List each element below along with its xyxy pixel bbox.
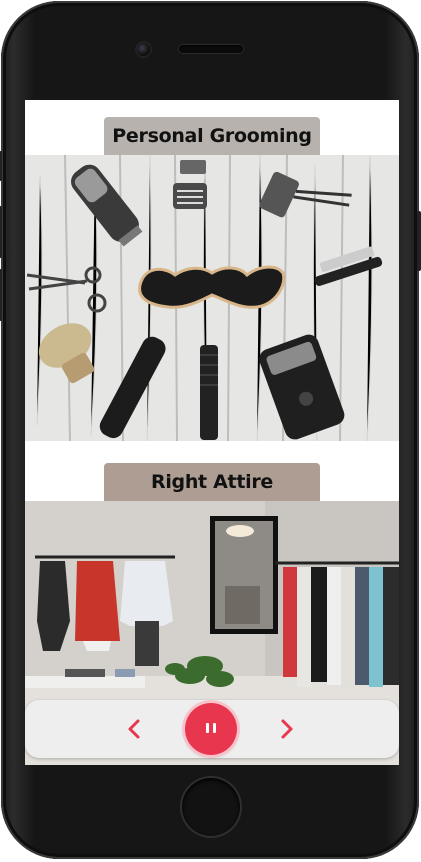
slideshow-controls: [25, 700, 399, 758]
chevron-left-icon[interactable]: [119, 714, 149, 744]
chevron-right-icon[interactable]: [272, 714, 302, 744]
mute-switch: [0, 151, 2, 181]
front-camera: [137, 43, 150, 56]
volume-up-button: [0, 206, 2, 258]
pause-icon-bar: [213, 723, 216, 733]
phone-frame: Personal Grooming Right Attire: [0, 1, 421, 859]
volume-down-button: [0, 269, 2, 321]
pause-icon: [206, 723, 209, 733]
pause-button[interactable]: [185, 703, 237, 755]
home-button[interactable]: [182, 778, 240, 836]
grooming-tools-image: [25, 155, 399, 441]
slide-title-grooming: Personal Grooming: [104, 117, 320, 155]
power-button: [417, 211, 421, 271]
earpiece-speaker: [179, 45, 243, 53]
phone-screen: Personal Grooming Right Attire: [25, 100, 399, 765]
slide-title-attire: Right Attire: [104, 463, 320, 501]
